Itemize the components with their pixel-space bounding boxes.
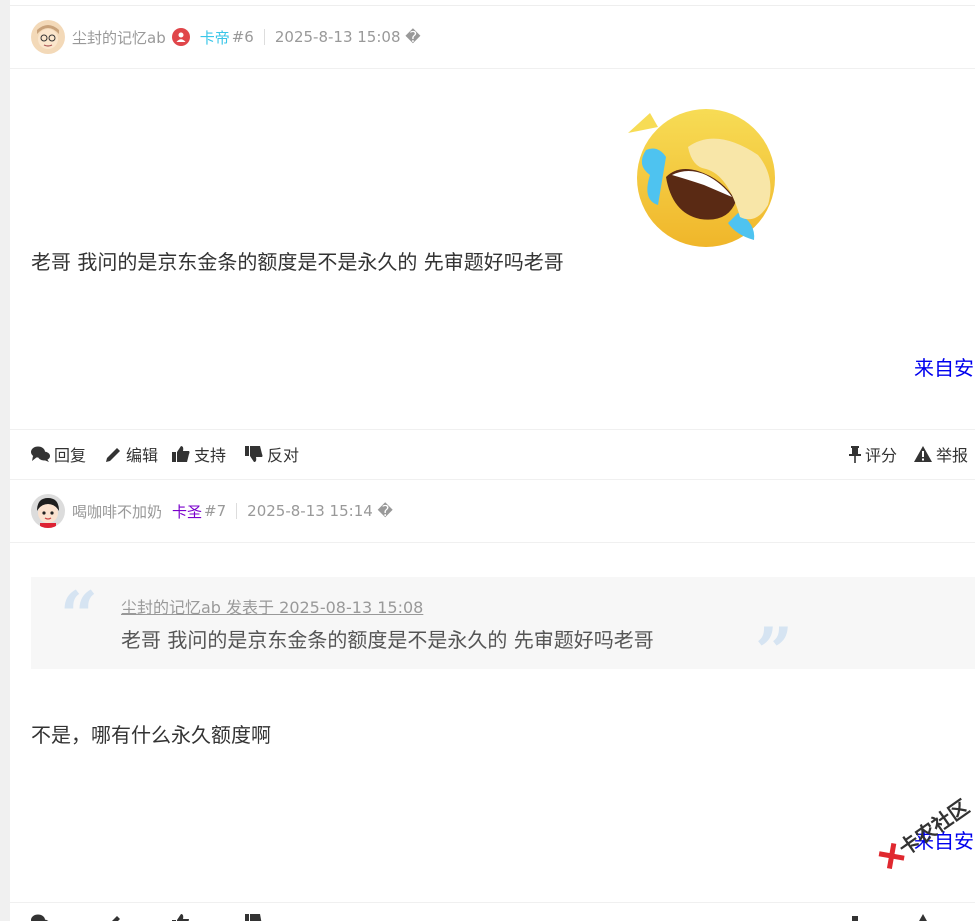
laughing-crying-emoji [628, 109, 775, 247]
quote-text: 老哥 我问的是京东金条的额度是不是永久的 先审题好吗老哥 [121, 628, 654, 652]
post-time: 2025-8-13 15:14 � [247, 502, 393, 520]
open-quote-mark: “ [60, 577, 98, 655]
support-label: 支持 [194, 446, 227, 465]
pin-icon [849, 445, 861, 463]
divider [10, 902, 975, 903]
oppose-button[interactable] [245, 914, 267, 921]
floor-number[interactable]: #7 [204, 502, 226, 520]
support-button[interactable] [172, 914, 194, 921]
comments-icon [31, 446, 50, 462]
rate-label: 评分 [865, 446, 898, 465]
oppose-button[interactable]: 反对 [245, 442, 299, 466]
username[interactable]: 喝咖啡不加奶 [72, 501, 162, 522]
edit-label: 编辑 [126, 446, 159, 465]
support-button[interactable]: 支持 [172, 442, 226, 466]
post-header-7: 喝咖啡不加奶 卡圣 #7 2025-8-13 15:14 � [31, 492, 393, 530]
pin-icon [852, 916, 858, 921]
separator [236, 503, 238, 519]
pencil-icon [112, 916, 120, 921]
thread-panel: 尘封的记忆ab 卡帝 #6 2025-8-13 15:08 � 老哥 我问的是京… [10, 0, 975, 921]
post-time: 2025-8-13 15:08 � [274, 28, 421, 46]
report-button[interactable]: 举报 [914, 442, 968, 466]
divider [10, 5, 975, 6]
separator [263, 29, 265, 45]
rate-button[interactable] [849, 914, 865, 921]
edit-button[interactable]: 编辑 [105, 442, 158, 466]
username[interactable]: 尘封的记忆ab [72, 27, 166, 48]
divider [10, 429, 975, 430]
post-content: 老哥 我问的是京东金条的额度是不是永久的 先审题好吗老哥 [31, 250, 564, 274]
left-gutter [0, 0, 10, 921]
thumbs-up-icon [172, 914, 189, 921]
post-header-6: 尘封的记忆ab 卡帝 #6 2025-8-13 15:08 � [31, 18, 421, 56]
avatar[interactable] [31, 494, 65, 528]
post-action-bar: 回复 编辑 支持 反对 评分 举报 [31, 442, 975, 466]
user-rank[interactable]: 卡圣 [172, 501, 202, 522]
reply-button[interactable] [31, 914, 54, 921]
divider [10, 68, 975, 69]
user-rank[interactable]: 卡帝 [200, 27, 230, 48]
comments-icon [31, 914, 49, 921]
pencil-icon [106, 447, 120, 462]
floor-number[interactable]: #6 [232, 28, 254, 46]
post-content: 不是，哪有什么永久额度啊 [31, 723, 271, 747]
close-quote-mark: ” [755, 613, 793, 691]
warning-icon [919, 914, 927, 921]
reply-button[interactable]: 回复 [31, 442, 86, 466]
user-icon [171, 28, 190, 46]
thumbs-up-icon [172, 446, 190, 462]
thumbs-down-icon [245, 446, 263, 462]
report-button[interactable] [914, 914, 936, 921]
warning-icon [914, 446, 932, 462]
divider [10, 479, 975, 480]
reply-label: 回复 [54, 446, 87, 465]
report-label: 举报 [936, 446, 969, 465]
divider [10, 542, 975, 543]
oppose-label: 反对 [267, 446, 300, 465]
thumbs-down-icon [245, 914, 262, 921]
edit-button[interactable] [105, 914, 126, 921]
source-link[interactable]: 来自安 [914, 352, 974, 381]
quote-block: “ 尘封的记忆ab 发表于 2025-08-13 15:08 老哥 我问的是京东… [31, 577, 975, 685]
post-action-bar [31, 914, 975, 921]
rate-button[interactable]: 评分 [849, 442, 897, 466]
avatar[interactable] [31, 20, 65, 54]
quote-source-link[interactable]: 尘封的记忆ab 发表于 2025-08-13 15:08 [121, 594, 423, 618]
